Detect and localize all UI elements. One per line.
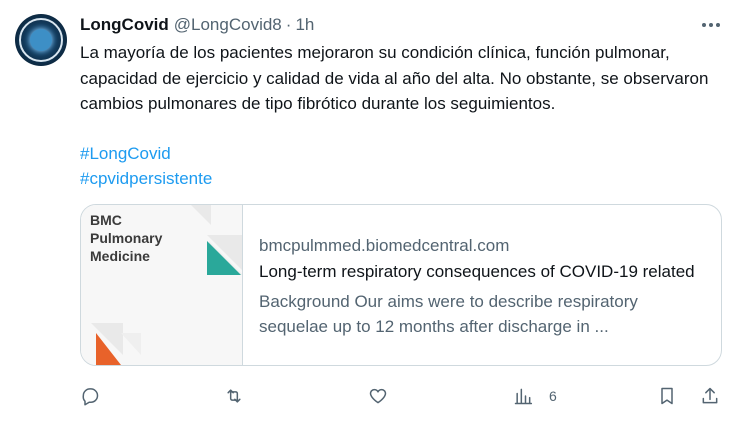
- card-thumbnail: BMC Pulmonary Medicine: [81, 205, 243, 365]
- more-options-icon[interactable]: [700, 14, 722, 36]
- card-domain: bmcpulmmed.biomedcentral.com: [259, 236, 510, 255]
- bookmark-button[interactable]: [657, 384, 677, 408]
- author-handle[interactable]: @LongCovid8: [174, 15, 282, 35]
- card-description: Background Our aims were to describe res…: [259, 292, 638, 336]
- reply-icon: [82, 388, 99, 406]
- share-button[interactable]: [700, 384, 720, 408]
- separator-dot: ·: [285, 15, 292, 34]
- action-bar: 6: [80, 384, 730, 408]
- like-button[interactable]: [368, 384, 388, 408]
- views-count: 6: [549, 388, 557, 404]
- journal-line: Medicine: [90, 248, 150, 264]
- views-button[interactable]: 6: [513, 384, 557, 408]
- hashtag-link[interactable]: #cpvidpersistente: [80, 166, 212, 192]
- link-preview-card[interactable]: BMC Pulmonary Medicine bmcpulmmed.biomed…: [80, 204, 722, 366]
- tweet-text: La mayoría de los pacientes mejoraron su…: [80, 43, 709, 113]
- bar-chart-icon: [514, 388, 533, 405]
- tweet-header: LongCovid @LongCovid8 · 1h: [80, 14, 314, 36]
- hashtag-link[interactable]: #LongCovid: [80, 141, 171, 167]
- card-title: Long-term respiratory consequences of CO…: [259, 262, 695, 281]
- journal-line: Pulmonary: [90, 230, 163, 246]
- timestamp[interactable]: 1h: [295, 15, 314, 35]
- avatar[interactable]: [15, 14, 67, 66]
- heart-icon: [369, 388, 387, 404]
- card-body[interactable]: bmcpulmmed.biomedcentral.com Long-term r…: [259, 235, 719, 339]
- journal-line: BMC: [90, 212, 122, 228]
- retweet-button[interactable]: [224, 384, 244, 408]
- author-name[interactable]: LongCovid: [80, 15, 169, 35]
- retweet-icon: [227, 389, 241, 403]
- share-icon: [702, 387, 718, 404]
- reply-button[interactable]: [80, 384, 100, 408]
- bookmark-icon: [661, 387, 673, 405]
- virus-icon: [30, 29, 52, 51]
- journal-name: BMC Pulmonary Medicine: [90, 211, 162, 265]
